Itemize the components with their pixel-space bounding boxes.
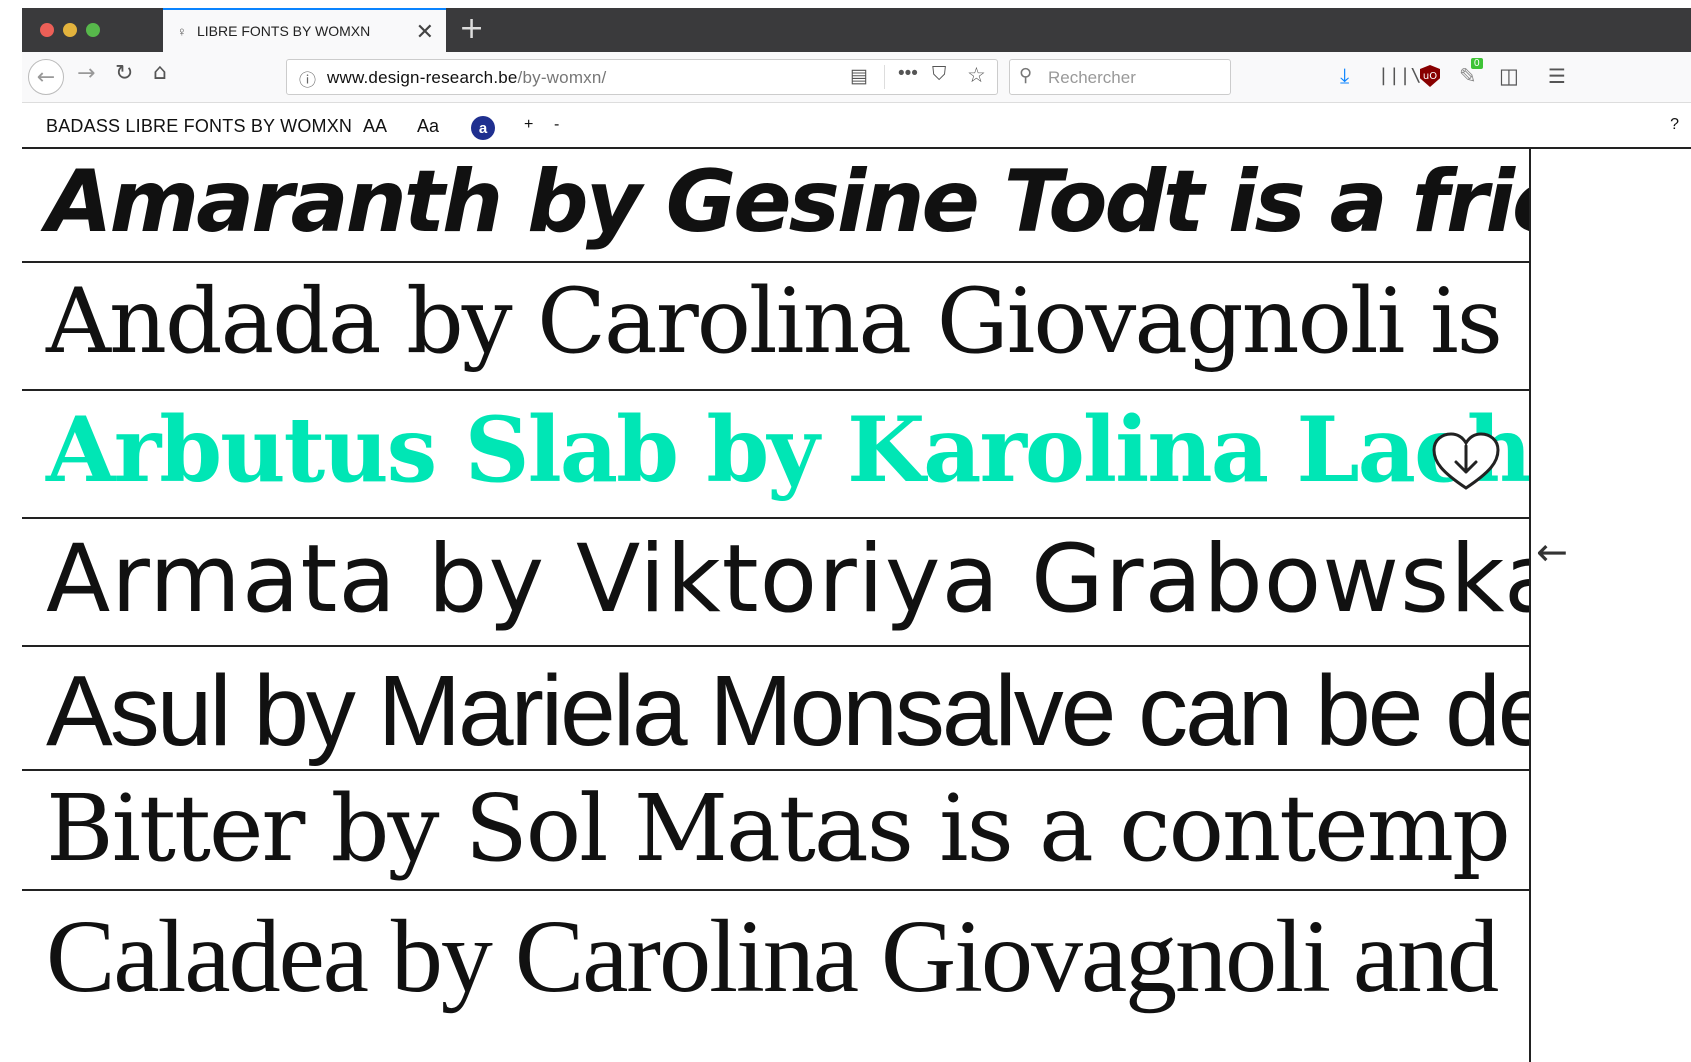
star-icon[interactable]: ☆ xyxy=(967,63,986,88)
home-button[interactable]: ⌂ xyxy=(153,60,167,85)
font-sample: Bitter by Sol Matas is a contemp xyxy=(46,775,1511,882)
site-title[interactable]: BADASS LIBRE FONTS BY WOMXN xyxy=(46,116,352,137)
home-icon: ⌂ xyxy=(153,60,167,85)
font-row-asul[interactable]: Asul by Mariela Monsalve can be de xyxy=(22,647,1531,771)
search-icon: ⚲ xyxy=(1019,65,1033,85)
mixedcase-toggle[interactable]: Aa xyxy=(417,116,439,137)
font-sample: Caladea by Carolina Giovagnoli and xyxy=(46,899,1499,1014)
reload-button[interactable]: ↻ xyxy=(115,61,133,86)
url-bar[interactable]: ⓘ www.design-research.be/by-womxn/ ▤ •••… xyxy=(286,59,998,95)
forward-button[interactable]: → xyxy=(77,61,95,86)
tab-active[interactable]: ♀ LIBRE FONTS BY WOMXN ✕ xyxy=(163,8,446,52)
font-row-bitter[interactable]: Bitter by Sol Matas is a contemp xyxy=(22,771,1529,891)
reader-view-icon[interactable]: ▤ xyxy=(850,65,868,88)
help-button[interactable]: ? xyxy=(1670,116,1679,134)
font-sample: Andada by Carolina Giovagnoli is a xyxy=(46,269,1531,374)
maximize-window-button[interactable] xyxy=(86,23,100,37)
close-tab-icon[interactable]: ✕ xyxy=(416,19,434,45)
search-bar[interactable]: ⚲ Rechercher xyxy=(1009,59,1231,95)
font-row-armata[interactable]: Armata by Viktoriya Grabowska xyxy=(22,519,1531,647)
back-button[interactable]: ← xyxy=(28,59,64,95)
minimize-window-button[interactable] xyxy=(63,23,77,37)
info-icon[interactable]: ⓘ xyxy=(299,66,316,91)
font-row-andada[interactable]: Andada by Carolina Giovagnoli is a xyxy=(22,263,1531,391)
download-icon[interactable]: ⤓ xyxy=(1340,64,1349,89)
ublock-icon[interactable]: uO xyxy=(1420,65,1440,87)
close-window-button[interactable] xyxy=(40,23,54,37)
site-header: BADASS LIBRE FONTS BY WOMXN AA Aa a + - … xyxy=(22,104,1691,149)
new-tab-button[interactable]: + xyxy=(459,11,484,46)
font-sample: Asul by Mariela Monsalve can be de xyxy=(46,655,1531,767)
font-sample: Arbutus Slab by Karolina Lach xyxy=(46,397,1531,503)
url-separator xyxy=(884,65,885,89)
reload-icon: ↻ xyxy=(115,61,134,86)
pocket-icon[interactable]: ⛉ xyxy=(932,64,946,86)
library-icon[interactable]: |||\ xyxy=(1378,65,1421,86)
url-domain: www.design-research.be xyxy=(327,68,518,87)
tab-strip: ♀ LIBRE FONTS BY WOMXN ✕ + xyxy=(22,8,1691,52)
font-row-arbutus-slab[interactable]: Arbutus Slab by Karolina Lach xyxy=(22,391,1531,519)
extension-badge: 0 xyxy=(1471,58,1483,69)
browser-window: ♀ LIBRE FONTS BY WOMXN ✕ + ← → ↻ ⌂ ⓘ www… xyxy=(22,8,1691,1062)
search-placeholder: Rechercher xyxy=(1048,68,1136,87)
uppercase-toggle[interactable]: AA xyxy=(363,116,387,137)
font-sample: Armata by Viktoriya Grabowska xyxy=(46,525,1531,634)
favicon-icon: ♀ xyxy=(177,23,187,39)
arrow-right-icon: → xyxy=(77,61,96,86)
arrow-left-icon: ← xyxy=(36,64,56,90)
tab-title: LIBRE FONTS BY WOMXN xyxy=(197,23,371,39)
increase-size-button[interactable]: + xyxy=(524,116,533,134)
url-text[interactable]: www.design-research.be/by-womxn/ xyxy=(327,68,606,88)
sidebar-icon[interactable]: ◫ xyxy=(1499,64,1519,88)
arrow-left-icon[interactable]: ← xyxy=(1536,530,1568,574)
a-badge-button[interactable]: a xyxy=(471,116,495,140)
hamburger-menu-icon[interactable]: ☰ xyxy=(1548,64,1566,88)
url-path: /by-womxn/ xyxy=(517,68,607,87)
font-row-amaranth[interactable]: Amaranth by Gesine Todt is a friendly xyxy=(22,149,1529,263)
font-list: Amaranth by Gesine Todt is a friendly An… xyxy=(22,149,1531,1062)
more-icon[interactable]: ••• xyxy=(898,63,918,85)
heart-download-icon[interactable] xyxy=(1432,432,1500,492)
font-row-caladea[interactable]: Caladea by Carolina Giovagnoli and xyxy=(22,891,1529,1062)
font-sample: Amaranth by Gesine Todt is a friendly xyxy=(46,152,1529,252)
navigation-toolbar: ← → ↻ ⌂ ⓘ www.design-research.be/by-womx… xyxy=(22,52,1691,103)
decrease-size-button[interactable]: - xyxy=(554,116,559,134)
